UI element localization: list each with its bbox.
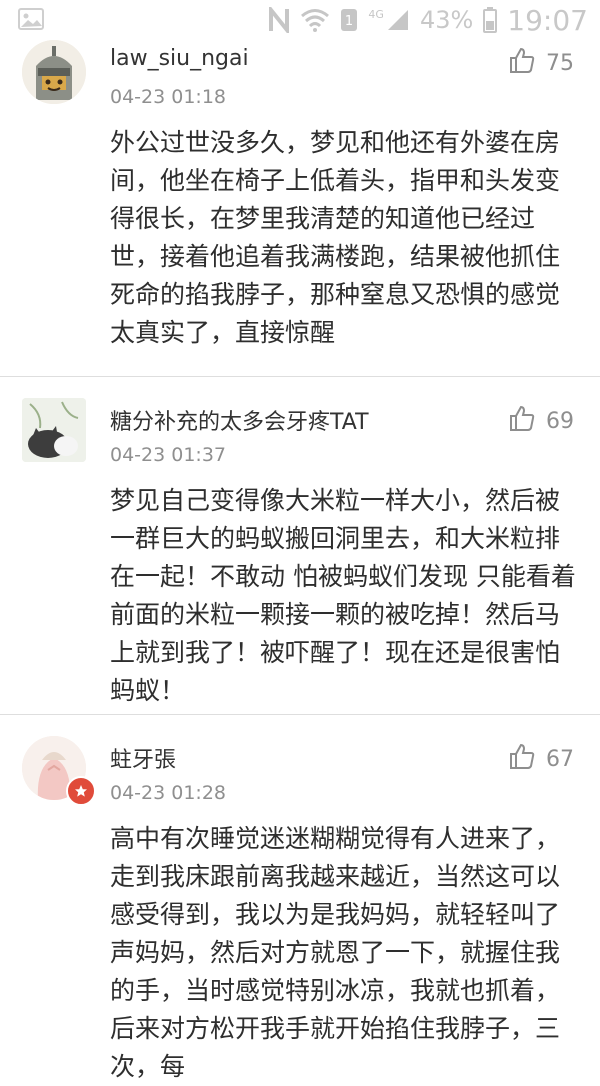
thumbs-up-icon — [508, 46, 536, 80]
like-button[interactable]: 75 — [508, 46, 574, 80]
comment-text: 梦见自己变得像大米粒一样大小，然后被一群巨大的蚂蚁搬回洞里去，和大米粒排在一起！… — [110, 486, 576, 705]
username[interactable]: 糖分补充的太多会牙疼TAT — [110, 404, 369, 436]
timestamp: 04-23 01:28 — [110, 782, 227, 804]
timestamp: 04-23 01:18 — [110, 86, 227, 108]
knight-avatar-icon — [22, 40, 86, 104]
comment-item: law_siu_ngai 04-23 01:18 75 外公过世没多久，梦见和他… — [0, 18, 600, 377]
avatar[interactable] — [22, 40, 86, 104]
like-count: 75 — [546, 50, 574, 76]
star-icon — [75, 785, 87, 797]
thumbs-up-icon — [508, 404, 536, 438]
avatar[interactable] — [22, 398, 86, 462]
cat-avatar-icon — [22, 398, 86, 462]
like-count: 67 — [546, 746, 574, 772]
username[interactable]: 蛀牙張 — [110, 742, 176, 774]
timestamp: 04-23 01:37 — [110, 444, 227, 466]
comment-item: 糖分补充的太多会牙疼TAT 04-23 01:37 69 梦见自己变得像大米粒一… — [0, 376, 600, 715]
comment-text: 高中有次睡觉迷迷糊糊觉得有人进来了，走到我床跟前离我越来越近，当然这可以感受得到… — [110, 824, 561, 1081]
thumbs-up-icon — [508, 742, 536, 776]
verified-badge — [66, 776, 96, 806]
like-button[interactable]: 67 — [508, 742, 574, 776]
like-count: 69 — [546, 408, 574, 434]
like-button[interactable]: 69 — [508, 404, 574, 438]
comment-item: 蛀牙張 04-23 01:28 67 高中有次睡觉迷迷糊糊觉得有人进来了，走到我… — [0, 714, 600, 1081]
comment-text: 外公过世没多久，梦见和他还有外婆在房间，他坐在椅子上低着头，指甲和头发变得很长，… — [110, 128, 561, 347]
username[interactable]: law_siu_ngai — [110, 46, 249, 71]
